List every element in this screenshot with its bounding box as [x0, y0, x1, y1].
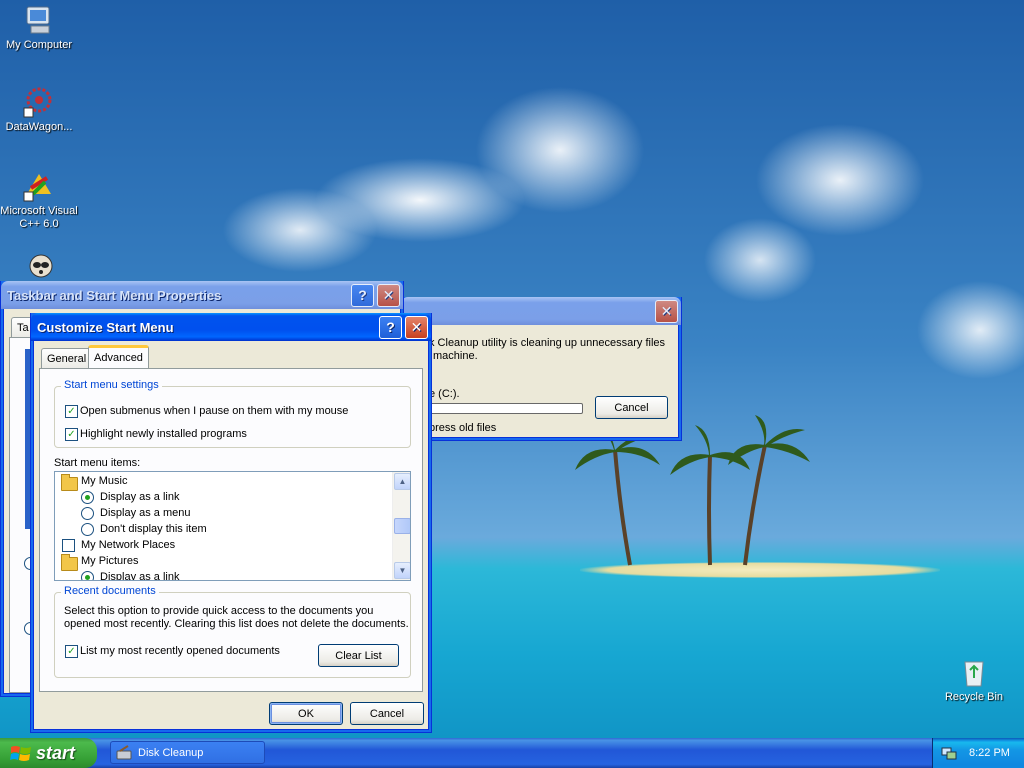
taskbar-properties-help-button[interactable]: ?	[351, 283, 374, 307]
recent-documents-group: Recent documents Select this option to p…	[54, 585, 411, 678]
recent-description-line2: opened most recently. Clearing this list…	[64, 618, 409, 630]
tab-label: General	[47, 352, 87, 365]
taskbar-properties-title: Taskbar and Start Menu Properties	[7, 287, 222, 303]
open-submenus-checkbox[interactable]: ✓	[65, 405, 78, 418]
desktop-icon-raccoon[interactable]	[0, 250, 78, 285]
customize-title: Customize Start Menu	[37, 319, 174, 335]
start-menu-items-list[interactable]: My Music Display as a link Display as a …	[54, 471, 411, 581]
start-menu-settings-label: Start menu settings	[61, 379, 162, 391]
cancel-button[interactable]: Cancel	[350, 702, 424, 725]
disk-cleanup-drive-text: e (C:).	[429, 388, 460, 400]
list-item-display-menu[interactable]: Display as a menu	[100, 507, 191, 519]
tab-label: Ta	[17, 321, 29, 334]
disk-cleanup-progress-bar	[429, 403, 583, 414]
desktop-icon-recycle-bin[interactable]: Recycle Bin	[935, 656, 1013, 704]
raccoon-icon	[23, 250, 55, 282]
help-icon: ?	[358, 287, 367, 303]
desktop-icon-datawagon[interactable]: DataWagon...	[0, 86, 78, 134]
help-icon: ?	[386, 319, 395, 335]
folder-icon	[61, 554, 78, 571]
computer-icon	[23, 4, 55, 36]
visual-cpp-icon	[23, 170, 55, 202]
customize-help-button[interactable]: ?	[379, 315, 402, 339]
my-music-link-radio[interactable]	[81, 491, 94, 504]
tab-label: Advanced	[94, 352, 143, 364]
list-item-display-link[interactable]: Display as a link	[100, 571, 179, 580]
customize-close-button[interactable]: ✕	[405, 315, 428, 339]
list-item-my-music[interactable]: My Music	[81, 475, 127, 487]
start-menu-items-label: Start menu items:	[54, 457, 141, 469]
chevron-down-icon: ▼	[398, 566, 407, 575]
datawagon-icon	[23, 86, 55, 118]
taskbar-properties-close-button[interactable]: ✕	[377, 283, 400, 307]
taskbar-item-disk-cleanup[interactable]: Disk Cleanup	[110, 741, 265, 764]
desktop-icon-label: DataWagon...	[5, 121, 73, 133]
scroll-down-button[interactable]: ▼	[394, 562, 410, 579]
start-button[interactable]: start	[0, 738, 97, 768]
desktop-icon-visual-cpp[interactable]: Microsoft Visual C++ 6.0	[0, 170, 78, 231]
list-recent-documents-checkbox[interactable]: ✓	[65, 645, 78, 658]
desktop-icon-label: My Computer	[5, 39, 73, 51]
my-network-places-checkbox[interactable]	[62, 539, 75, 552]
disk-cleanup-message-line2: machine.	[433, 350, 478, 362]
start-label: start	[36, 742, 76, 763]
scroll-up-button[interactable]: ▲	[394, 473, 410, 490]
clock[interactable]: 8:22 PM	[969, 747, 1010, 759]
my-music-hide-radio[interactable]	[81, 523, 94, 536]
list-item-my-network-places[interactable]: My Network Places	[81, 539, 175, 551]
open-submenus-label[interactable]: Open submenus when I pause on them with …	[80, 405, 348, 417]
disk-cleanup-window[interactable]: ✕ k Cleanup utility is cleaning up unnec…	[400, 297, 682, 441]
disk-cleanup-titlebar[interactable]: ✕	[401, 297, 681, 325]
list-item-my-pictures[interactable]: My Pictures	[81, 555, 138, 567]
check-icon: ✓	[67, 646, 76, 657]
highlight-new-programs-checkbox[interactable]: ✓	[65, 428, 78, 441]
ok-button[interactable]: OK	[269, 702, 343, 725]
network-tray-icon[interactable]	[941, 745, 957, 761]
customize-titlebar[interactable]: Customize Start Menu ? ✕	[31, 313, 431, 341]
desktop-icon-label: Recycle Bin	[944, 691, 1004, 703]
recycle-bin-icon	[958, 656, 990, 688]
recent-documents-label: Recent documents	[61, 585, 159, 597]
list-item-display-link[interactable]: Display as a link	[100, 491, 179, 503]
desktop-icon-label: Microsoft Visual C++ 6.0	[0, 205, 78, 230]
tab-general[interactable]: General	[41, 348, 93, 368]
list-scrollbar[interactable]: ▲ ▼	[392, 472, 410, 580]
check-icon: ✓	[67, 429, 76, 440]
chevron-up-icon: ▲	[398, 477, 407, 486]
list-item-dont-display[interactable]: Don't display this item	[100, 523, 207, 535]
tab-advanced[interactable]: Advanced	[88, 345, 149, 368]
close-icon: ✕	[660, 302, 673, 319]
check-icon: ✓	[67, 406, 76, 417]
system-tray: 8:22 PM	[932, 738, 1024, 768]
desktop-icon-my-computer[interactable]: My Computer	[0, 4, 78, 52]
windows-logo-icon	[10, 746, 31, 761]
recent-description-line1: Select this option to provide quick acce…	[64, 605, 374, 617]
my-music-menu-radio[interactable]	[81, 507, 94, 520]
scroll-thumb[interactable]	[394, 518, 410, 534]
disk-cleanup-message-line1: k Cleanup utility is cleaning up unneces…	[429, 337, 666, 349]
disk-cleanup-status-text: press old files	[429, 422, 497, 434]
customize-start-menu-window[interactable]: Customize Start Menu ? ✕ General Advance…	[30, 313, 432, 733]
highlight-new-programs-label[interactable]: Highlight newly installed programs	[80, 428, 247, 440]
my-pictures-link-radio[interactable]	[81, 571, 94, 580]
start-menu-settings-group: Start menu settings ✓ Open submenus when…	[54, 379, 411, 448]
taskbar-item-label: Disk Cleanup	[138, 746, 204, 759]
disk-cleanup-icon	[116, 744, 132, 759]
disk-cleanup-cancel-button[interactable]: Cancel	[595, 396, 668, 419]
close-icon: ✕	[382, 286, 395, 303]
list-recent-documents-label[interactable]: List my most recently opened documents	[80, 645, 280, 657]
clear-list-button[interactable]: Clear List	[318, 644, 399, 667]
close-icon: ✕	[410, 318, 423, 335]
disk-cleanup-close-button[interactable]: ✕	[655, 299, 678, 323]
folder-icon	[61, 474, 78, 491]
taskbar-properties-titlebar[interactable]: Taskbar and Start Menu Properties ? ✕	[1, 281, 403, 309]
advanced-tab-panel: Start menu settings ✓ Open submenus when…	[39, 368, 423, 692]
